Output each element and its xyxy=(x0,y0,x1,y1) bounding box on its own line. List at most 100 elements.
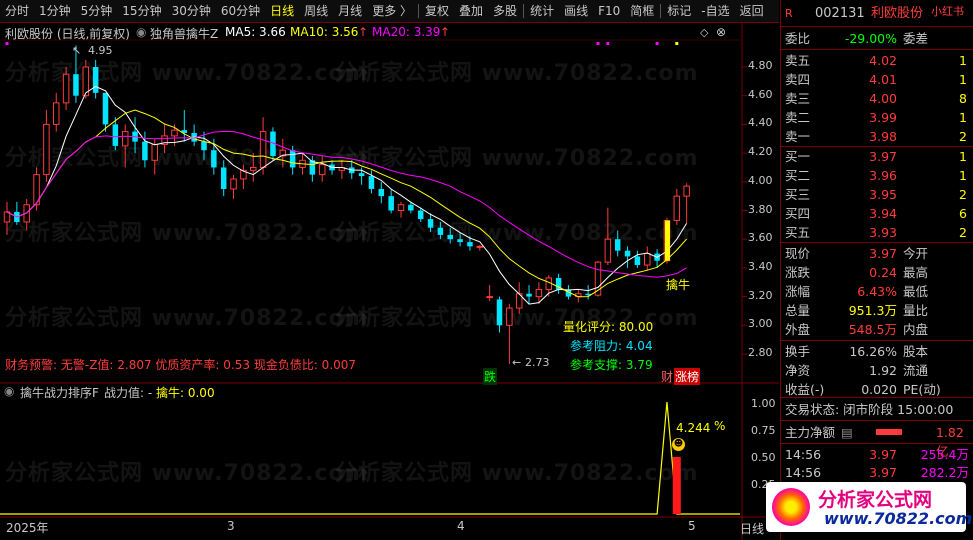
candle-body xyxy=(614,239,621,251)
brand-tag: 小红书 xyxy=(931,5,964,18)
indicator-name[interactable]: 独角兽擒牛Z xyxy=(150,25,218,42)
weibi-row: 委比 -29.00% 委差 xyxy=(785,31,929,46)
resistance-text: 参考阻力: 4.04 xyxy=(570,339,653,353)
period-toolbar: 分时 1分钟 5分钟 15分钟 30分钟 60分钟 日线 周线 月线 更多 〉复权 叠加 多股 统计 画线… xyxy=(0,0,779,23)
high-label: 4.95 xyxy=(88,44,113,57)
toolbar-item[interactable]: 周线 xyxy=(299,0,333,22)
stat-row: 换手 16.26% 股本 xyxy=(785,344,929,359)
toolbar-item[interactable]: 多股 xyxy=(488,0,522,22)
ma-line xyxy=(6,85,688,305)
finance-mark: 财 xyxy=(661,370,674,384)
bid-row: 买四 3.94 6 xyxy=(785,206,967,221)
candle-body xyxy=(408,204,414,211)
support-text: 参考支撑: 3.79 xyxy=(570,358,653,372)
candle-body xyxy=(427,219,434,228)
flow-bar xyxy=(876,429,902,435)
stat-row: 净资 1.92 流通 xyxy=(785,363,929,378)
candle-body xyxy=(378,188,385,197)
indicator-settings-icon[interactable]: ◉ xyxy=(136,25,146,39)
ask-row: 卖三 4.00 8 xyxy=(785,91,967,106)
toolbar-item[interactable]: F10 xyxy=(593,0,625,22)
price-tick: 3.20 xyxy=(748,288,773,302)
ma-line xyxy=(6,130,687,278)
logo-text: 分析家公式网 xyxy=(818,489,933,511)
toolbar-item[interactable]: 60分钟 xyxy=(216,0,265,22)
candle-body xyxy=(151,143,158,161)
rank-badge: 涨榜 xyxy=(674,368,701,385)
ask-row: 卖五 4.02 1 xyxy=(785,53,967,68)
ask-row: 卖一 3.98 2 xyxy=(785,129,967,144)
candle-body xyxy=(112,124,119,146)
sub-tick: 0.50 xyxy=(751,451,776,464)
toolbar-item[interactable]: 统计 xyxy=(525,0,559,22)
peak-value: 4.244 xyxy=(676,421,711,435)
candle-body xyxy=(211,150,217,168)
time-tick: 3 xyxy=(227,519,235,533)
toolbar-item[interactable]: 分时 xyxy=(0,0,34,22)
percent-label: % xyxy=(714,419,726,433)
candle-body xyxy=(506,307,513,326)
power-bar xyxy=(672,457,681,514)
candle-body xyxy=(358,173,365,177)
price-tick: 4.20 xyxy=(748,145,773,159)
candle-body xyxy=(397,204,405,211)
time-tick: 5 xyxy=(688,519,696,533)
price-tick: 3.40 xyxy=(748,259,773,273)
toolbar-item[interactable]: 日线 xyxy=(265,0,299,22)
stock-label: 利欧股份 (日线,前复权) xyxy=(5,27,130,41)
candle-body xyxy=(43,123,50,176)
sub-settings-icon[interactable]: ◉ xyxy=(4,384,14,398)
toolbar-item[interactable]: 标记 xyxy=(662,0,696,22)
candle-body xyxy=(62,73,70,104)
close-icon[interactable]: ⊗ xyxy=(716,25,726,39)
toolbar-item[interactable]: 更多 〉 xyxy=(367,0,417,22)
toolbar-item[interactable]: -自选 xyxy=(696,0,734,22)
price-tick: 4.80 xyxy=(748,59,773,72)
period-label[interactable]: 日线 xyxy=(740,520,764,537)
flag-icon: R xyxy=(785,7,793,20)
kline-chart[interactable] xyxy=(0,22,779,540)
site-logo: 分析家公式网 www.70822.com xyxy=(766,482,972,532)
signal-dot xyxy=(655,42,659,45)
logo-url: www.70822.com xyxy=(824,509,973,528)
toolbar-item[interactable]: 画线 xyxy=(559,0,593,22)
bid-row: 买五 3.93 2 xyxy=(785,225,967,240)
candle-body xyxy=(73,74,79,96)
price-tick: 4.60 xyxy=(748,87,773,101)
smile-icon: ☻ xyxy=(672,438,685,451)
toolbar-item[interactable]: 1分钟 xyxy=(34,0,76,22)
toolbar-item[interactable]: 30分钟 xyxy=(167,0,216,22)
price-tick: 2.80 xyxy=(748,346,773,359)
candle-body xyxy=(171,129,178,137)
candle-body xyxy=(496,299,503,326)
toolbar-item[interactable]: 叠加 xyxy=(454,0,488,22)
time-tick: 2025年 xyxy=(6,521,49,535)
toolbar-item[interactable]: 简框 xyxy=(625,0,659,22)
toolbar-item[interactable]: 月线 xyxy=(333,0,367,22)
chevron-up-icon[interactable]: ◇ xyxy=(700,26,708,39)
toolbar-item[interactable]: 复权 xyxy=(420,0,454,22)
price-tick: 3.60 xyxy=(748,231,773,245)
toolbar-item[interactable]: 返回 xyxy=(735,0,769,22)
bid-row: 买一 3.97 1 xyxy=(785,149,967,164)
candle-body xyxy=(289,150,296,168)
candle-body xyxy=(368,176,375,189)
toolbar-item[interactable]: 5分钟 xyxy=(76,0,118,22)
finance-warning: 财务预警: 无警-Z值: 2.807 优质资产率: 0.53 现金负债比: 0.… xyxy=(5,358,357,372)
toolbar-item[interactable]: 15分钟 xyxy=(117,0,166,22)
bid-row: 买二 3.96 1 xyxy=(785,168,967,183)
sub-chart-title[interactable]: 擒牛战力排序F xyxy=(20,384,99,401)
candle-body xyxy=(447,234,453,240)
candle-body xyxy=(250,166,257,171)
signal-dot xyxy=(675,42,679,45)
candle-body xyxy=(102,92,109,125)
price-tick: 3.00 xyxy=(748,317,773,331)
candle-body xyxy=(53,102,60,125)
bid-row: 买三 3.95 2 xyxy=(785,187,967,202)
tick-row: 14:56 3.97 255.4万 xyxy=(785,447,969,462)
score-text: 量化评分: 80.00 xyxy=(563,320,654,334)
list-icon[interactable]: ▤ xyxy=(841,423,853,442)
flower-icon xyxy=(772,488,810,526)
stat-row: 涨幅 6.43% 最低 xyxy=(785,284,929,299)
stat-row: 总量 951.3万 量比 xyxy=(785,303,929,318)
